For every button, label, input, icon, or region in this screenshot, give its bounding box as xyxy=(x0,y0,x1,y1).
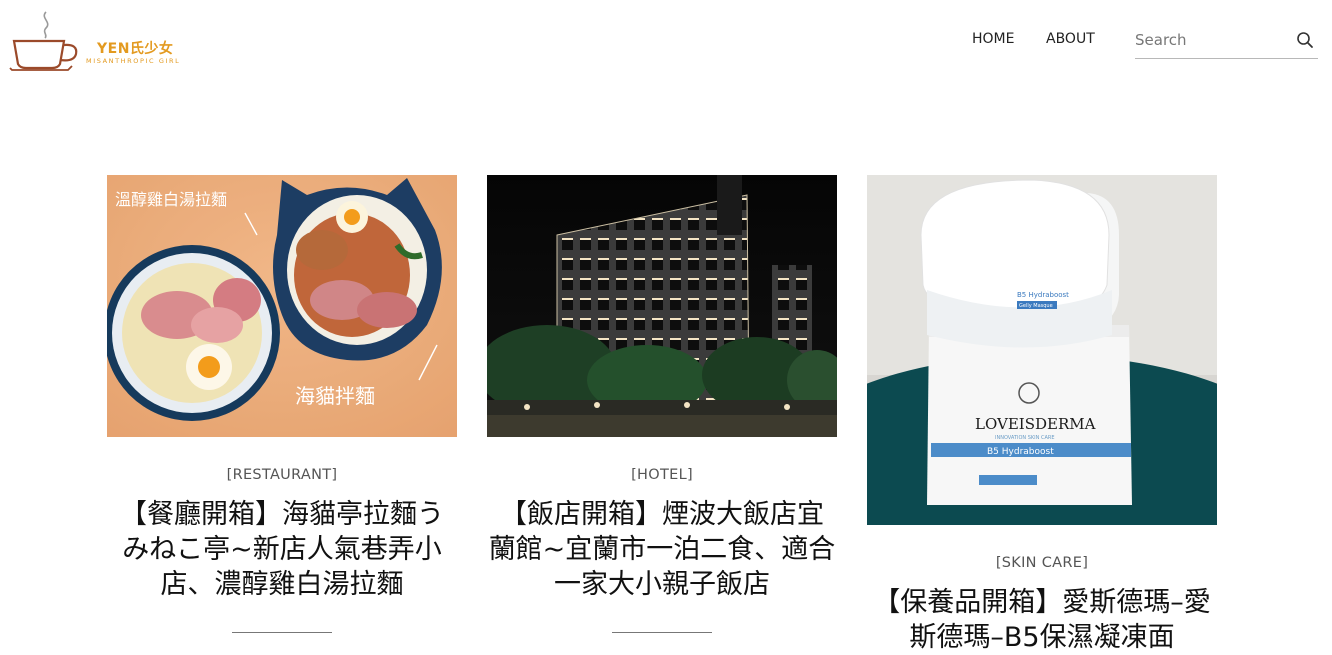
search-box xyxy=(1135,24,1318,59)
box-sub-text: INNOVATION SKIN CARE xyxy=(995,435,1055,441)
logo-tagline: MISANTHROPIC GIRL xyxy=(86,57,181,65)
post-card: 溫醇雞白湯拉麵 海貓拌麵 [RESTAURANT] 【餐廳開箱】海貓亭拉麵うみね… xyxy=(107,175,457,633)
box-brand-text: LOVEISDERMA xyxy=(975,415,1096,433)
jar-product-text: B5 Hydraboost xyxy=(1017,291,1069,299)
post-image-skincare[interactable]: LOVEISDERMA INNOVATION SKIN CARE B5 Hydr… xyxy=(867,175,1217,525)
jar-type-text: Gelly Masque xyxy=(1019,303,1053,309)
image-caption-top: 溫醇雞白湯拉麵 xyxy=(115,190,227,209)
site-logo[interactable]: YEN氏少女 MISANTHROPIC GIRL xyxy=(8,8,208,74)
box-product-text: B5 Hydraboost xyxy=(987,447,1054,457)
post-title[interactable]: 【餐廳開箱】海貓亭拉麵うみねこ亭~新店人氣巷弄小店、濃醇雞白湯拉麵 xyxy=(107,497,457,602)
post-divider xyxy=(612,632,712,633)
post-image-ramen[interactable]: 溫醇雞白湯拉麵 海貓拌麵 xyxy=(107,175,457,437)
post-card: [HOTEL] 【飯店開箱】煙波大飯店宜蘭館~宜蘭市一泊二食、適合一家大小親子飯… xyxy=(487,175,837,633)
post-category[interactable]: [RESTAURANT] xyxy=(107,467,457,483)
post-category[interactable]: [HOTEL] xyxy=(487,467,837,483)
post-card: LOVEISDERMA INNOVATION SKIN CARE B5 Hydr… xyxy=(867,175,1217,655)
post-title[interactable]: 【飯店開箱】煙波大飯店宜蘭館~宜蘭市一泊二食、適合一家大小親子飯店 xyxy=(487,497,837,602)
nav-about-link[interactable]: ABOUT xyxy=(1046,31,1095,47)
logo-name: YEN氏少女 xyxy=(97,41,174,57)
coffee-cup-icon xyxy=(9,11,78,71)
search-input[interactable] xyxy=(1135,28,1285,52)
post-title[interactable]: 【保養品開箱】愛斯德瑪–愛斯德瑪–B5保濕凝凍面 xyxy=(867,585,1217,655)
post-category[interactable]: [SKIN CARE] xyxy=(867,555,1217,571)
post-divider xyxy=(232,632,332,633)
search-icon[interactable] xyxy=(1296,31,1314,49)
nav-home-link[interactable]: HOME xyxy=(972,31,1014,47)
image-caption-bottom: 海貓拌麵 xyxy=(295,384,375,408)
post-image-hotel[interactable] xyxy=(487,175,837,437)
